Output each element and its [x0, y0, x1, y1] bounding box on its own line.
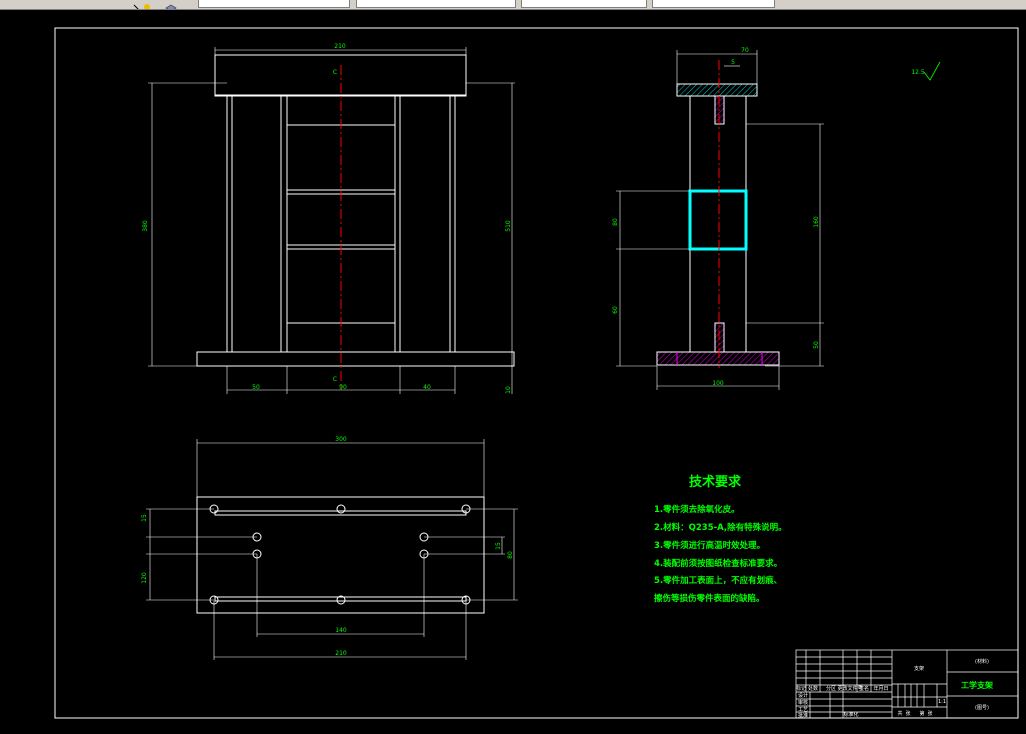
title-block-drawing-no: (图号) [975, 705, 989, 711]
dim-front-bottom-right: 40 [423, 384, 431, 391]
dim-top-right-small: 15 [495, 542, 502, 550]
tech-requirements: 技术要求 1.零件须去除氧化皮。 2.材料：Q235-A,除有特殊说明。 3.零… [654, 474, 787, 604]
title-block-label-review: 审核 [798, 699, 808, 706]
title-block-label-design: 设计 [798, 692, 808, 699]
dim-front-bottom-mid: 90 [339, 384, 347, 391]
dim-side-base-width: 100 [712, 380, 724, 387]
dim-top-right-large: 80 [507, 551, 514, 559]
dim-top-overall-width: 300 [335, 436, 347, 443]
dim-front-bottom-left: 50 [252, 384, 260, 391]
front-view [196, 54, 515, 367]
color-dropdown[interactable] [356, 0, 516, 8]
dim-top-bottom-width: 210 [335, 650, 347, 657]
title-block-part-name: 支架 [914, 665, 924, 672]
dim-side-flange: 5 [731, 59, 735, 66]
title-block-label-mark: 标记 [796, 685, 806, 692]
drawing-canvas[interactable]: 210 380 510 50 90 40 10 C C 70 5 160 80 … [0, 10, 1026, 734]
title-block-company: 工学支架 [961, 680, 993, 690]
lineweight-dropdown[interactable] [652, 0, 775, 8]
title-block-page: 第 [919, 710, 924, 717]
front-dimensions [148, 47, 515, 394]
linetype-dropdown[interactable] [521, 0, 647, 8]
dim-side-upper-height: 160 [813, 216, 820, 228]
roughness-value: 12.5 [911, 69, 925, 76]
toolbar [0, 0, 1026, 10]
dim-top-left-top: 15 [141, 514, 148, 522]
dim-top-hole-span: 140 [335, 627, 347, 634]
title-block-material: (材料) [975, 658, 989, 665]
dim-front-top-width: 210 [334, 43, 346, 50]
roughness-symbol: 12.5 [911, 61, 941, 81]
title-block-label-date: 年月日 [873, 685, 888, 692]
sheet-border [54, 27, 1019, 719]
dim-top-left-main: 120 [141, 572, 148, 584]
title-block-label-count: 处数 [808, 685, 818, 692]
dim-front-left-height: 380 [142, 220, 149, 232]
top-view-dimensions [146, 439, 518, 660]
dim-side-base-height: 50 [813, 341, 820, 349]
tech-item-2: 2.材料：Q235-A,除有特殊说明。 [654, 522, 787, 533]
layer-icon[interactable] [143, 0, 151, 9]
title-block-sheet-a: 张 [905, 710, 910, 717]
center-mark-top: C [333, 69, 337, 76]
cube-icon[interactable] [165, 0, 177, 9]
tech-item-1: 1.零件须去除氧化皮。 [654, 504, 740, 515]
dim-front-bottom-edge: 10 [505, 386, 512, 394]
dim-side-box-height: 80 [612, 218, 619, 226]
dim-side-top-width: 70 [741, 47, 749, 54]
arrow-icon[interactable] [133, 0, 141, 9]
title-block-label-approve: 批准 [798, 712, 808, 719]
center-mark-bottom: C [333, 376, 337, 383]
title-block-scale: 1:1 [938, 699, 946, 705]
title-block-total: 共 [897, 710, 902, 717]
title-block-sheet-b: 张 [927, 710, 932, 717]
title-block-label-sign: 签名 [859, 685, 869, 692]
dim-side-lower-height: 60 [612, 306, 619, 314]
top-view [196, 496, 485, 614]
dim-front-right-height: 510 [505, 220, 512, 232]
tech-requirements-title: 技术要求 [689, 474, 742, 490]
title-block-label-standard: 标准化 [843, 711, 858, 718]
tech-item-3: 3.零件须进行高温时效处理。 [654, 540, 765, 551]
tech-item-6: 擦伤等损伤零件表面的缺陷。 [654, 593, 765, 604]
layer-dropdown[interactable] [198, 0, 350, 8]
title-block-label-zone: 分区 [826, 685, 836, 692]
tech-item-4: 4.装配前须按图纸检查标准要求。 [654, 558, 782, 569]
tech-item-5: 5.零件加工表面上，不应有划痕、 [654, 575, 782, 586]
